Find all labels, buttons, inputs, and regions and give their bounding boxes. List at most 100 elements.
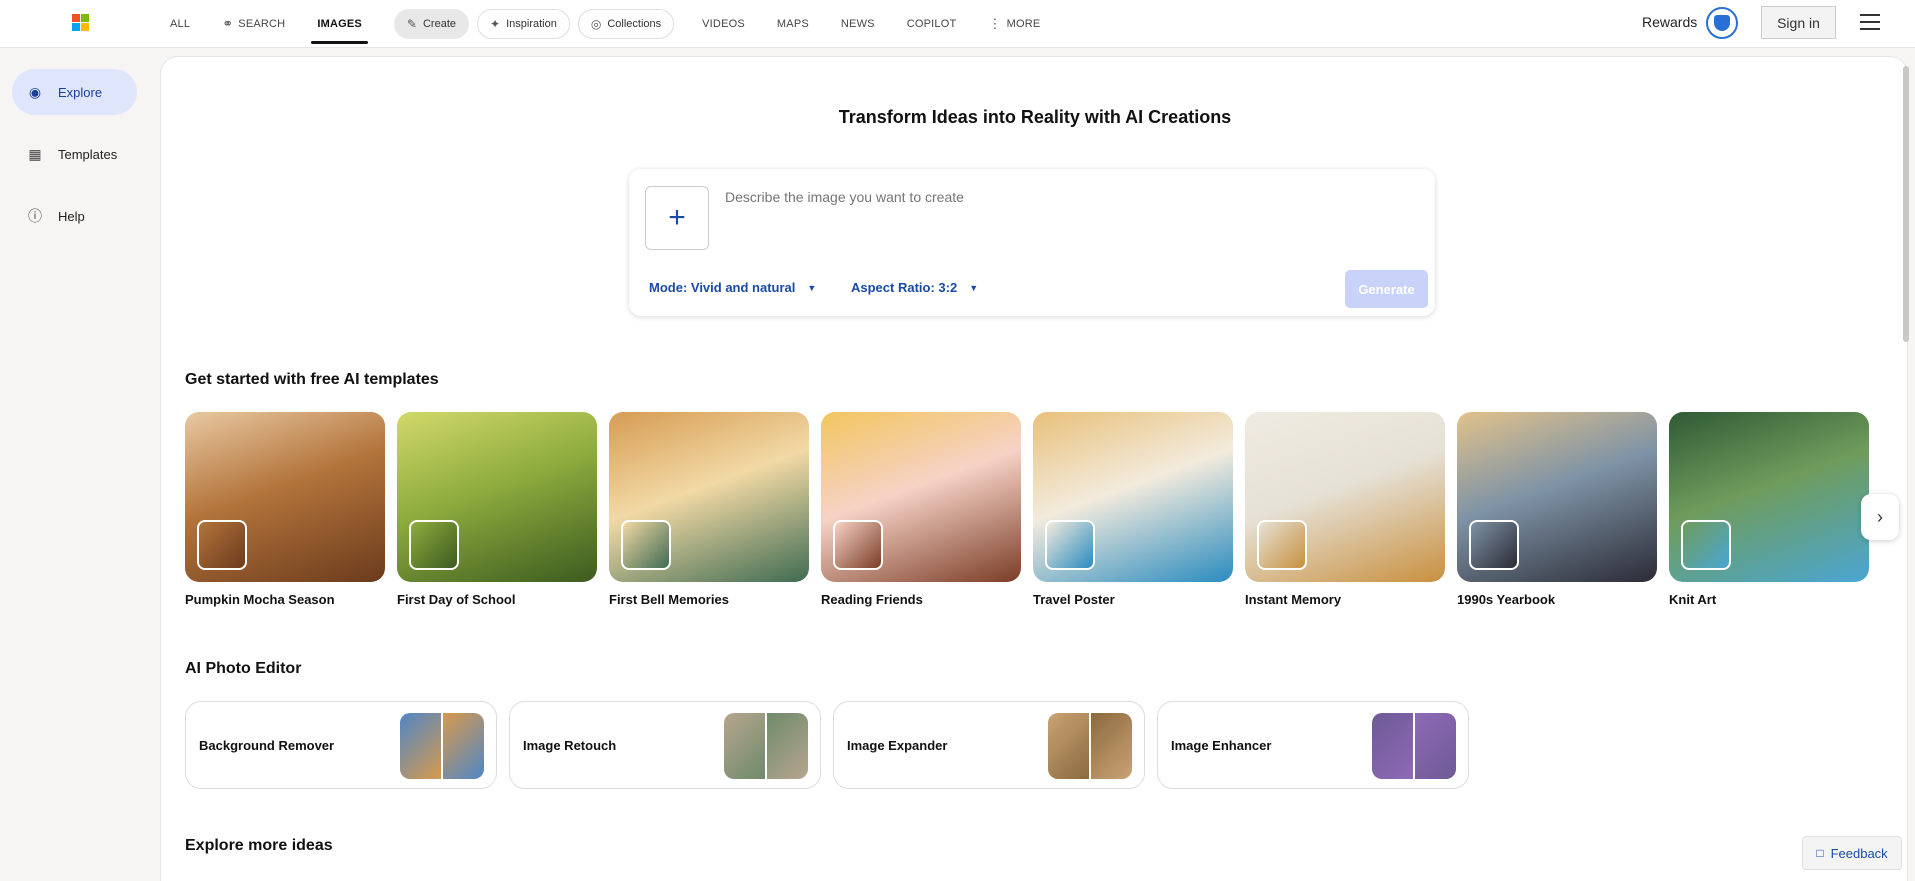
sidebar-item-help[interactable]: ⓘ Help xyxy=(12,193,137,239)
sidebar-item-label: Templates xyxy=(58,146,118,162)
template-image xyxy=(1457,412,1657,582)
nav-inspiration[interactable]: ✦ Inspiration xyxy=(477,9,570,39)
nav-maps[interactable]: MAPS xyxy=(777,0,809,48)
prompt-input[interactable] xyxy=(725,189,1415,205)
collections-icon: ◎ xyxy=(590,17,602,31)
nav-images[interactable]: IMAGES xyxy=(311,0,368,48)
templates-carousel: Pumpkin Mocha Season First Day of School F… xyxy=(185,412,1885,612)
help-icon: ⓘ xyxy=(28,208,42,224)
template-image xyxy=(1245,412,1445,582)
photo-editor-preview xyxy=(724,713,808,779)
feedback-button[interactable]: □ Feedback xyxy=(1802,836,1902,870)
rewards-link[interactable]: Rewards xyxy=(1642,14,1697,30)
template-label: Reading Friends xyxy=(821,592,923,607)
main-nav: ALL ⚭ SEARCH IMAGES ✎ Create ✦ Inspiration … xyxy=(170,0,1072,48)
photo-editor-label: Image Enhancer xyxy=(1171,738,1272,753)
sidebar: ◉ Explore ▦ Templates ⓘ Help xyxy=(0,48,160,881)
template-label: Travel Poster xyxy=(1033,592,1115,607)
nav-collections-label: Collections xyxy=(607,18,662,30)
template-thumbnail xyxy=(833,520,883,570)
inspiration-icon: ✦ xyxy=(490,17,501,31)
main-content: Transform Ideas into Reality with AI Cre… xyxy=(160,56,1908,881)
mode-label: Mode: Vivid and natural xyxy=(649,280,796,295)
template-label: Instant Memory xyxy=(1245,592,1342,607)
nav-news[interactable]: NEWS xyxy=(841,0,875,48)
nav-videos[interactable]: VIDEOS xyxy=(702,0,745,48)
template-card[interactable]: 1990s Yearbook xyxy=(1457,412,1657,607)
feedback-label: Feedback xyxy=(1830,845,1888,861)
nav-all-label: ALL xyxy=(170,18,191,30)
nav-more[interactable]: ⋮ MORE xyxy=(988,0,1040,48)
template-label: Pumpkin Mocha Season xyxy=(185,592,335,607)
nav-copilot[interactable]: COPILOT xyxy=(907,0,957,48)
template-card[interactable]: First Bell Memories xyxy=(609,412,809,607)
generate-button[interactable]: Generate xyxy=(1345,270,1428,308)
nav-all[interactable]: ALL xyxy=(170,0,190,48)
nav-create-label: Create xyxy=(422,18,457,30)
nav-inspiration-label: Inspiration xyxy=(506,18,557,30)
create-icon: ✎ xyxy=(406,17,417,31)
nav-videos-label: VIDEOS xyxy=(702,18,745,30)
feedback-icon: □ xyxy=(1816,846,1824,860)
nav-search-label: SEARCH xyxy=(238,18,286,30)
nav-create[interactable]: ✎ Create xyxy=(393,9,470,39)
search-icon: ⚭ xyxy=(222,16,234,31)
nav-images-label: IMAGES xyxy=(317,18,362,30)
template-image xyxy=(1669,412,1869,582)
sidebar-item-label: Explore xyxy=(58,84,103,100)
chevron-right-icon: › xyxy=(1877,506,1883,527)
photo-editor-card[interactable]: Image Enhancer xyxy=(1157,701,1469,789)
photo-editor-label: Background Remover xyxy=(199,738,335,753)
template-thumbnail xyxy=(621,520,671,570)
nav-news-label: NEWS xyxy=(840,18,875,30)
mode-dropdown[interactable]: Mode: Vivid and natural ▼ xyxy=(649,280,816,295)
nav-more-label: MORE xyxy=(1006,18,1041,30)
explore-icon: ◉ xyxy=(28,83,42,100)
template-card[interactable]: First Day of School xyxy=(397,412,597,607)
template-label: First Bell Memories xyxy=(609,592,729,607)
template-card[interactable]: Knit Art xyxy=(1669,412,1869,607)
template-thumbnail xyxy=(197,520,247,570)
templates-heading: Get started with free AI templates xyxy=(185,371,439,388)
template-image xyxy=(185,412,385,582)
sidebar-item-explore[interactable]: ◉ Explore xyxy=(12,69,137,115)
template-thumbnail xyxy=(1469,520,1519,570)
aspect-ratio-dropdown[interactable]: Aspect Ratio: 3:2 ▼ xyxy=(851,280,978,295)
template-image xyxy=(609,412,809,582)
photo-editor-heading: AI Photo Editor xyxy=(185,660,302,677)
template-thumbnail xyxy=(1257,520,1307,570)
template-image xyxy=(1033,412,1233,582)
nav-search[interactable]: ⚭ SEARCH xyxy=(222,0,285,48)
template-card[interactable]: Instant Memory xyxy=(1245,412,1445,607)
page-title: Transform Ideas into Reality with AI Cre… xyxy=(838,107,1232,127)
template-card[interactable]: Travel Poster xyxy=(1033,412,1233,607)
photo-editor-label: Image Expander xyxy=(847,738,948,753)
template-thumbnail xyxy=(409,520,459,570)
photo-editor-label: Image Retouch xyxy=(523,738,617,753)
template-image xyxy=(397,412,597,582)
carousel-next-button[interactable]: › xyxy=(1861,494,1899,540)
menu-icon[interactable] xyxy=(1860,14,1880,30)
aspect-ratio-label: Aspect Ratio: 3:2 xyxy=(851,280,958,295)
explore-more-heading: Explore more ideas xyxy=(185,837,333,854)
caret-down-icon: ▼ xyxy=(807,282,817,293)
microsoft-logo[interactable] xyxy=(72,14,89,31)
template-image xyxy=(821,412,1021,582)
template-card[interactable]: Pumpkin Mocha Season xyxy=(185,412,385,607)
sign-in-button[interactable]: Sign in xyxy=(1761,6,1836,39)
prompt-box: + Mode: Vivid and natural ▼ Aspect Ratio… xyxy=(629,169,1435,316)
sidebar-item-label: Help xyxy=(58,208,85,224)
sidebar-item-templates[interactable]: ▦ Templates xyxy=(12,131,137,177)
scrollbar[interactable] xyxy=(1903,66,1909,342)
more-icon: ⋮ xyxy=(988,16,1002,31)
photo-editor-card[interactable]: Background Remover xyxy=(185,701,497,789)
template-thumbnail xyxy=(1681,520,1731,570)
photo-editor-card[interactable]: Image Expander xyxy=(833,701,1145,789)
photo-editor-card[interactable]: Image Retouch xyxy=(509,701,821,789)
template-card[interactable]: Reading Friends xyxy=(821,412,1021,607)
photo-editor-preview xyxy=(1048,713,1132,779)
add-image-button[interactable]: + xyxy=(645,186,709,250)
rewards-icon[interactable] xyxy=(1706,7,1738,39)
nav-collections[interactable]: ◎ Collections xyxy=(577,9,675,39)
photo-editor-preview xyxy=(400,713,484,779)
